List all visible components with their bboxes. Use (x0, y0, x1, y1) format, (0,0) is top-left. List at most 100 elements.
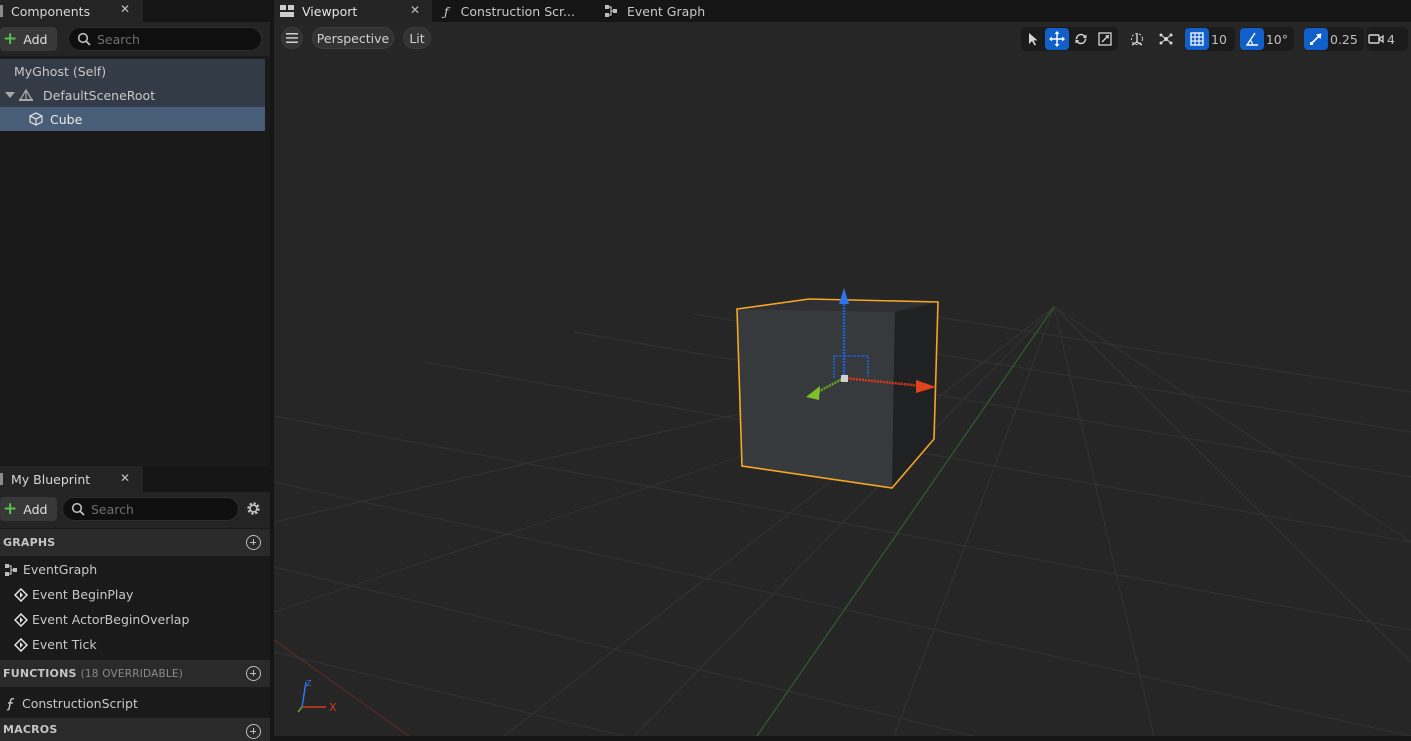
select-mode-button[interactable] (1021, 28, 1045, 50)
scene-component-icon (18, 88, 34, 101)
scale-snap-icon (1310, 33, 1322, 45)
surface-snap-icon (1159, 33, 1173, 45)
world-local-icon (1131, 33, 1143, 46)
my-blueprint-tab[interactable]: My Blueprint ✕ (0, 466, 143, 492)
blueprint-add-button[interactable]: + Add (0, 497, 57, 521)
tab-construction-script[interactable]: ƒ Construction Scr... (440, 0, 600, 22)
scale-mode-button[interactable] (1093, 28, 1117, 50)
rotation-snap-toggle[interactable] (1240, 28, 1264, 50)
tab-viewport-label: Viewport (302, 3, 358, 19)
world-local-toggle[interactable] (1125, 28, 1149, 50)
document-tabbar: Viewport ✕ ƒ Construction Scr... Event G… (274, 0, 1411, 22)
camera-speed-button[interactable] (1366, 28, 1386, 50)
grid-snap-value[interactable]: 10 (1209, 32, 1233, 47)
components-close-icon[interactable]: ✕ (120, 2, 130, 16)
my-blueprint-close-icon[interactable]: ✕ (120, 471, 130, 485)
tree-item-cube[interactable]: Cube (0, 107, 265, 131)
add-macro-icon[interactable] (246, 724, 261, 739)
perspective-button[interactable]: Perspective (312, 27, 394, 49)
event-label: Event Tick (32, 637, 97, 652)
translate-mode-button[interactable] (1045, 28, 1069, 50)
components-tabbar: Components ✕ (0, 0, 270, 22)
tab-event-graph[interactable]: Event Graph (602, 0, 742, 22)
plus-icon: + (3, 498, 18, 519)
tree-item-scene-root[interactable]: DefaultSceneRoot (0, 83, 265, 107)
event-node-icon (14, 612, 28, 627)
rotate-mode-button[interactable] (1069, 28, 1093, 50)
rotation-snap-group: 10° (1240, 27, 1294, 51)
tab-construction-label: Construction Scr... (460, 3, 575, 19)
editor-area: Viewport ✕ ƒ Construction Scr... Event G… (274, 0, 1411, 741)
scale-snap-group: 0.25 (1304, 27, 1364, 51)
tree-item-self-label: MyGhost (Self) (14, 63, 107, 79)
tree-item-self[interactable]: MyGhost (Self) (0, 59, 265, 83)
blueprint-search-input[interactable]: Search (62, 497, 239, 521)
viewport-close-icon[interactable]: ✕ (410, 3, 420, 17)
cube-mesh[interactable] (736, 298, 939, 489)
camera-speed-group: 4 (1366, 27, 1408, 51)
graphs-header-label: GRAPHS (3, 536, 56, 549)
rotate-icon (1075, 33, 1087, 45)
tab-marker (0, 5, 3, 17)
gizmo-center[interactable] (841, 375, 848, 382)
components-tab-label: Components (11, 3, 91, 19)
event-graph-label: EventGraph (23, 562, 98, 577)
tree-item-cube-label: Cube (50, 111, 83, 127)
event-graph-item[interactable]: EventGraph (0, 557, 270, 582)
tree-item-scene-root-label: DefaultSceneRoot (43, 87, 156, 103)
functions-overridable-count: (18 OVERRIDABLE) (80, 667, 184, 680)
function-icon: ƒ (444, 3, 449, 19)
components-add-label: Add (23, 31, 48, 47)
functions-header-label: FUNCTIONS (3, 667, 77, 680)
components-search-placeholder: Search (97, 31, 140, 47)
event-item[interactable]: Event BeginPlay (0, 582, 270, 607)
select-icon (1029, 33, 1038, 46)
event-label: Event BeginPlay (32, 587, 134, 602)
event-item[interactable]: Event ActorBeginOverlap (0, 607, 270, 632)
view-mode-button[interactable]: Lit (403, 27, 431, 49)
axis-indicator: X Z (297, 679, 337, 714)
event-item[interactable]: Event Tick (0, 632, 270, 657)
viewport-options-button[interactable] (281, 27, 303, 49)
grid-snap-group: 10 (1185, 27, 1235, 51)
scale-snap-toggle[interactable] (1304, 28, 1328, 50)
tab-viewport[interactable]: Viewport ✕ (274, 0, 432, 22)
axis-x-label: X (329, 701, 337, 714)
scale-snap-value[interactable]: 0.25 (1328, 32, 1364, 47)
gear-icon[interactable] (245, 500, 262, 517)
viewport-bottom-border (274, 736, 1411, 741)
construction-script-item[interactable]: ConstructionScript (0, 691, 270, 716)
event-graph-icon (605, 5, 617, 17)
translate-icon (1049, 31, 1065, 47)
graphs-section-header[interactable]: GRAPHS (0, 529, 270, 556)
blueprint-add-label: Add (23, 501, 48, 517)
function-icon (6, 697, 15, 711)
event-node-icon (14, 637, 28, 652)
left-column: Components ✕ + Add Search MyGhost (Self)… (0, 0, 270, 741)
scale-icon (1098, 32, 1112, 46)
collapse-arrow-icon[interactable] (5, 90, 15, 100)
components-search-input[interactable]: Search (68, 27, 262, 51)
add-graph-icon[interactable] (246, 535, 261, 550)
level-viewport[interactable]: X Z Perspective Lit 10 10° 0.25 4 (274, 22, 1411, 736)
components-tab[interactable]: Components ✕ (0, 0, 143, 22)
plus-icon: + (3, 28, 18, 49)
event-label: Event ActorBeginOverlap (32, 612, 190, 627)
construction-script-label: ConstructionScript (22, 696, 138, 711)
event-node-icon (14, 587, 28, 602)
search-icon (77, 32, 91, 46)
macros-header-label: MACROS (3, 723, 58, 736)
event-graph-icon (5, 563, 17, 576)
gizmo-z-arrow-icon[interactable] (839, 288, 849, 304)
viewport-scene[interactable]: X Z (274, 22, 1411, 736)
components-add-button[interactable]: + Add (0, 27, 57, 51)
macros-section-header[interactable]: MACROS (0, 718, 270, 741)
blueprint-toolbar: + Add Search (0, 492, 270, 528)
grid-snap-toggle[interactable] (1185, 28, 1209, 50)
functions-section-header[interactable]: FUNCTIONS (18 OVERRIDABLE) (0, 660, 270, 687)
surface-snap-toggle[interactable] (1154, 28, 1178, 50)
my-blueprint-tab-label: My Blueprint (11, 471, 91, 487)
camera-speed-value[interactable]: 4 (1386, 32, 1401, 47)
add-function-icon[interactable] (246, 666, 261, 681)
rotation-snap-value[interactable]: 10° (1264, 32, 1294, 47)
